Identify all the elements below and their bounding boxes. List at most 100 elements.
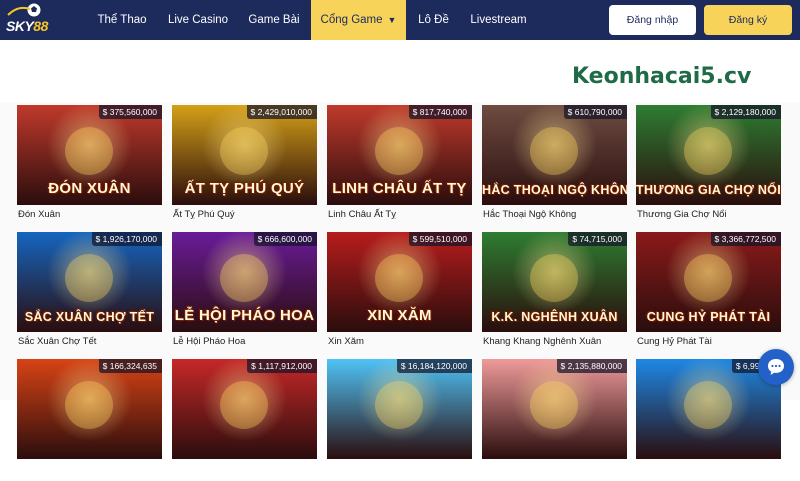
artwork-decoration (220, 254, 268, 302)
artwork-title: LỄ HỘI PHÁO HOA (174, 307, 315, 324)
game-name[interactable]: Hắc Thoại Ngộ Không (482, 205, 627, 227)
jackpot-badge: $ 3,366,772,500 (710, 232, 781, 246)
artwork-title: XIN XĂM (367, 307, 432, 324)
jackpot-badge: $ 2,429,010,000 (246, 105, 317, 119)
game-card[interactable]: $ 166,324,635 (17, 359, 162, 481)
jackpot-badge: $ 166,324,635 (98, 359, 162, 373)
register-button[interactable]: Đăng ký (704, 5, 792, 35)
artwork-title: SẮC XUÂN CHỢ TẾT (24, 310, 155, 324)
game-thumbnail[interactable]: $ 666,600,000 LỄ HỘI PHÁO HOA (172, 232, 317, 332)
watermark-text: Keonhacai5.cv (572, 64, 752, 89)
game-name[interactable]: Linh Châu Ất Tỵ (327, 205, 472, 227)
nav-label: Live Casino (167, 14, 229, 26)
game-thumbnail[interactable]: $ 1,926,170,000 SẮC XUÂN CHỢ TẾT (17, 232, 162, 332)
game-name[interactable]: Ất Tỵ Phú Quý (172, 205, 317, 227)
nav-label: Thể Thao (97, 14, 147, 26)
game-thumbnail[interactable]: $ 817,740,000 LINH CHÂU ẤT TỴ (327, 105, 472, 205)
game-name[interactable]: Xin Xăm (327, 332, 472, 354)
artwork-decoration (530, 381, 578, 429)
artwork-decoration (530, 127, 578, 175)
jackpot-badge: $ 2,129,180,000 (710, 105, 781, 119)
artwork-title: ĐÓN XUÂN (48, 180, 131, 197)
game-name[interactable] (17, 459, 162, 481)
artwork-decoration (65, 381, 113, 429)
game-name[interactable]: Lễ Hội Pháo Hoa (172, 332, 317, 354)
game-thumbnail[interactable]: $ 599,510,000 XIN XĂM (327, 232, 472, 332)
nav-label: Livestream (470, 14, 527, 26)
jackpot-badge: $ 666,600,000 (253, 232, 317, 246)
game-card[interactable]: $ 817,740,000 LINH CHÂU ẤT TỴ Linh Châu Ất… (327, 105, 472, 227)
game-name[interactable] (482, 459, 627, 481)
nav-item-livestream[interactable]: Livestream (461, 0, 536, 40)
artwork-decoration (530, 254, 578, 302)
artwork-decoration (375, 254, 423, 302)
artwork-title: ẤT TỴ PHÚ QUÝ (184, 180, 305, 197)
register-label: Đăng ký (728, 14, 768, 26)
game-thumbnail[interactable]: $ 16,184,120,000 (327, 359, 472, 459)
game-card[interactable]: $ 74,715,000 K.K. NGHÊNH XUÂN Khang Khang … (482, 232, 627, 354)
game-card[interactable]: $ 375,560,000 ĐÓN XUÂN Đón Xuân (17, 105, 162, 227)
jackpot-badge: $ 599,510,000 (408, 232, 472, 246)
jackpot-badge: $ 375,560,000 (98, 105, 162, 119)
game-card[interactable]: $ 16,184,120,000 (327, 359, 472, 481)
artwork-decoration (220, 381, 268, 429)
game-card[interactable]: $ 2,429,010,000 ẤT TỴ PHÚ QUÝ Ất Tỵ Phú Qu… (172, 105, 317, 227)
game-thumbnail[interactable]: $ 1,117,912,000 (172, 359, 317, 459)
jackpot-badge: $ 74,715,000 (568, 232, 627, 246)
game-name[interactable]: Khang Khang Nghênh Xuân (482, 332, 627, 354)
jackpot-badge: $ 1,926,170,000 (91, 232, 162, 246)
artwork-decoration (220, 127, 268, 175)
main-nav: Thể Thao Live Casino Game Bài Cổng Game ▼… (85, 0, 536, 40)
game-name[interactable] (172, 459, 317, 481)
artwork-title: HẮC THOẠI NGỘ KHÔNG (482, 183, 627, 197)
artwork-decoration (684, 381, 732, 429)
login-label: Đăng nhập (626, 14, 679, 26)
game-name[interactable]: Đón Xuân (17, 205, 162, 227)
jackpot-badge: $ 610,790,000 (563, 105, 627, 119)
top-header: SKY88 Thể Thao Live Casino Game Bài Cổng… (0, 0, 800, 40)
nav-item-lo-de[interactable]: Lô Đề (406, 0, 461, 40)
game-card[interactable]: $ 2,135,880,000 (482, 359, 627, 481)
game-card[interactable]: $ 6,991,05 (636, 359, 781, 481)
artwork-title: LINH CHÂU ẤT TỴ (332, 180, 467, 197)
game-card[interactable]: $ 599,510,000 XIN XĂM Xin Xăm (327, 232, 472, 354)
game-card[interactable]: $ 2,129,180,000 THƯƠNG GIA CHỢ NỔI Thương … (636, 105, 781, 227)
nav-item-cong-game[interactable]: Cổng Game ▼ (311, 0, 406, 40)
game-thumbnail[interactable]: $ 610,790,000 HẮC THOẠI NGỘ KHÔNG (482, 105, 627, 205)
live-chat-button[interactable] (758, 349, 794, 385)
login-button[interactable]: Đăng nhập (609, 5, 696, 35)
game-name[interactable]: Cung Hỷ Phát Tài (636, 332, 781, 354)
game-card[interactable]: $ 3,366,772,500 CUNG HỶ PHÁT TÀI Cung Hỷ P… (636, 232, 781, 354)
game-thumbnail[interactable]: $ 375,560,000 ĐÓN XUÂN (17, 105, 162, 205)
artwork-decoration (684, 127, 732, 175)
nav-label: Game Bài (248, 14, 300, 26)
jackpot-badge: $ 16,184,120,000 (396, 359, 472, 373)
sky88-logo[interactable]: SKY88 (4, 1, 48, 39)
game-name[interactable] (636, 459, 781, 481)
logo-text: SKY88 (6, 18, 48, 34)
game-thumbnail[interactable]: $ 74,715,000 K.K. NGHÊNH XUÂN (482, 232, 627, 332)
game-thumbnail[interactable]: $ 2,129,180,000 THƯƠNG GIA CHỢ NỔI (636, 105, 781, 205)
jackpot-badge: $ 1,117,912,000 (247, 359, 317, 373)
game-thumbnail[interactable]: $ 3,366,772,500 CUNG HỶ PHÁT TÀI (636, 232, 781, 332)
game-name[interactable]: Thương Gia Chợ Nổi (636, 205, 781, 227)
artwork-decoration (375, 127, 423, 175)
game-thumbnail[interactable]: $ 2,429,010,000 ẤT TỴ PHÚ QUÝ (172, 105, 317, 205)
game-card[interactable]: $ 666,600,000 LỄ HỘI PHÁO HOA Lễ Hội Pháo … (172, 232, 317, 354)
game-card[interactable]: $ 610,790,000 HẮC THOẠI NGỘ KHÔNG Hắc Thoạ… (482, 105, 627, 227)
nav-item-live-casino[interactable]: Live Casino (159, 0, 237, 40)
game-card[interactable]: $ 1,117,912,000 (172, 359, 317, 481)
nav-item-game-bai[interactable]: Game Bài (237, 0, 311, 40)
artwork-decoration (684, 254, 732, 302)
artwork-decoration (65, 254, 113, 302)
game-name[interactable]: Sắc Xuân Chợ Tết (17, 332, 162, 354)
game-name[interactable] (327, 459, 472, 481)
game-thumbnail[interactable]: $ 166,324,635 (17, 359, 162, 459)
nav-label: Cổng Game (320, 14, 383, 26)
game-thumbnail[interactable]: $ 2,135,880,000 (482, 359, 627, 459)
game-card[interactable]: $ 1,926,170,000 SẮC XUÂN CHỢ TẾT Sắc Xuân … (17, 232, 162, 354)
nav-item-the-thao[interactable]: Thể Thao (85, 0, 159, 40)
artwork-title: K.K. NGHÊNH XUÂN (491, 310, 618, 324)
chevron-down-icon: ▼ (387, 15, 397, 25)
jackpot-badge: $ 817,740,000 (408, 105, 472, 119)
